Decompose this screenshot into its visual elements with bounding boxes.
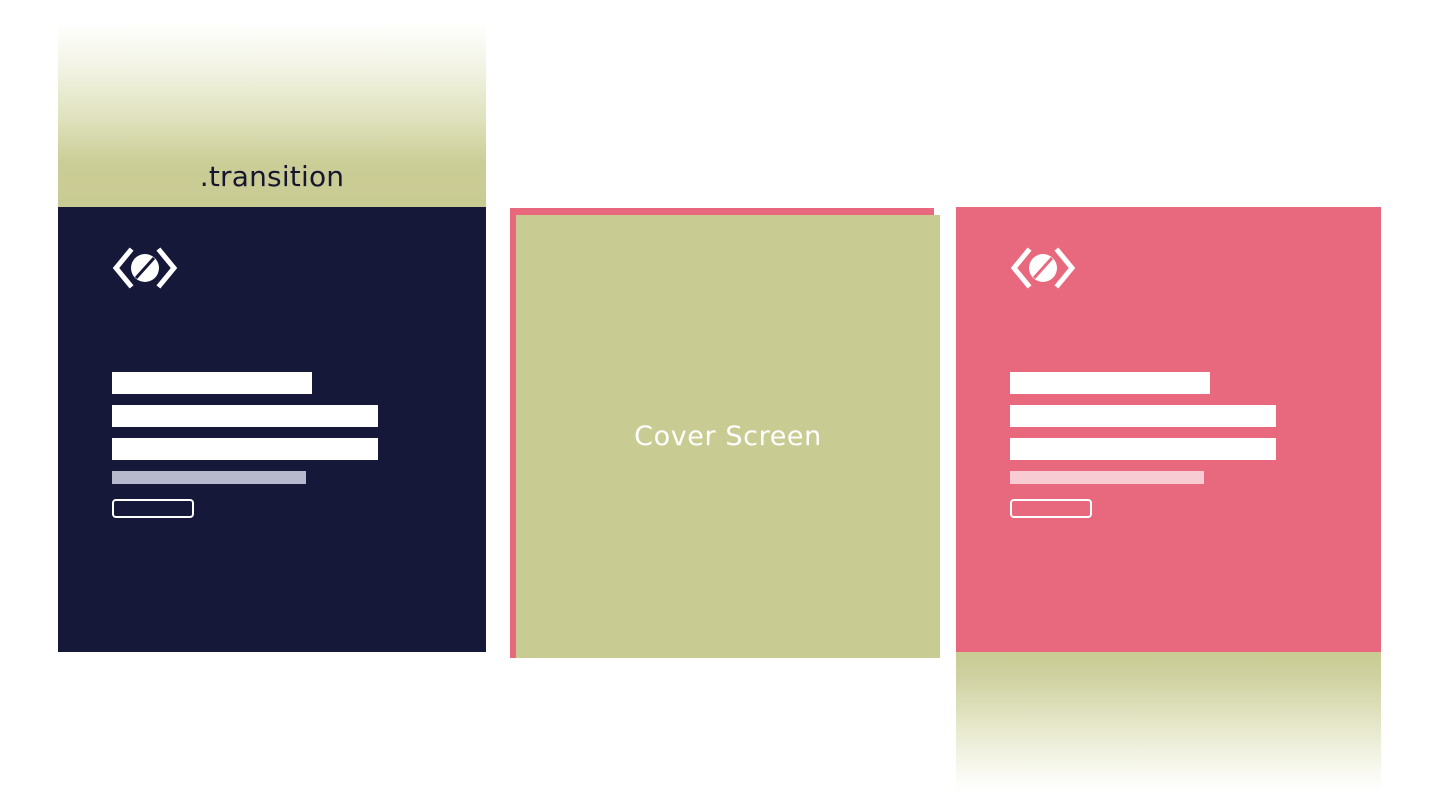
skeleton-muted-bar bbox=[1010, 471, 1204, 484]
skeleton-muted-bar bbox=[112, 471, 306, 484]
skeleton-title-bar bbox=[1010, 372, 1210, 394]
pink-screen bbox=[956, 207, 1381, 792]
code-brackets-slashed-circle-icon bbox=[112, 247, 178, 289]
pink-screen-gradient-band bbox=[956, 652, 1381, 792]
pink-screen-panel bbox=[956, 207, 1381, 652]
cover-screen: Cover Screen bbox=[510, 208, 940, 658]
transition-screen: .transition bbox=[58, 10, 486, 652]
content-skeleton bbox=[112, 372, 432, 518]
transition-title: .transition bbox=[199, 160, 345, 193]
cover-screen-label: Cover Screen bbox=[634, 420, 822, 452]
skeleton-outline-button[interactable] bbox=[1010, 499, 1092, 518]
skeleton-line-bar-1 bbox=[112, 405, 378, 427]
skeleton-outline-button[interactable] bbox=[112, 499, 194, 518]
content-skeleton bbox=[1010, 372, 1330, 518]
skeleton-title-bar bbox=[112, 372, 312, 394]
transition-dark-panel bbox=[58, 207, 486, 652]
skeleton-line-bar-2 bbox=[112, 438, 378, 460]
skeleton-line-bar-2 bbox=[1010, 438, 1276, 460]
skeleton-line-bar-1 bbox=[1010, 405, 1276, 427]
transition-demo-stage: .transition Cover Screen bbox=[0, 0, 1440, 810]
code-brackets-slashed-circle-icon bbox=[1010, 247, 1076, 289]
cover-screen-over-layer: Cover Screen bbox=[516, 215, 940, 658]
